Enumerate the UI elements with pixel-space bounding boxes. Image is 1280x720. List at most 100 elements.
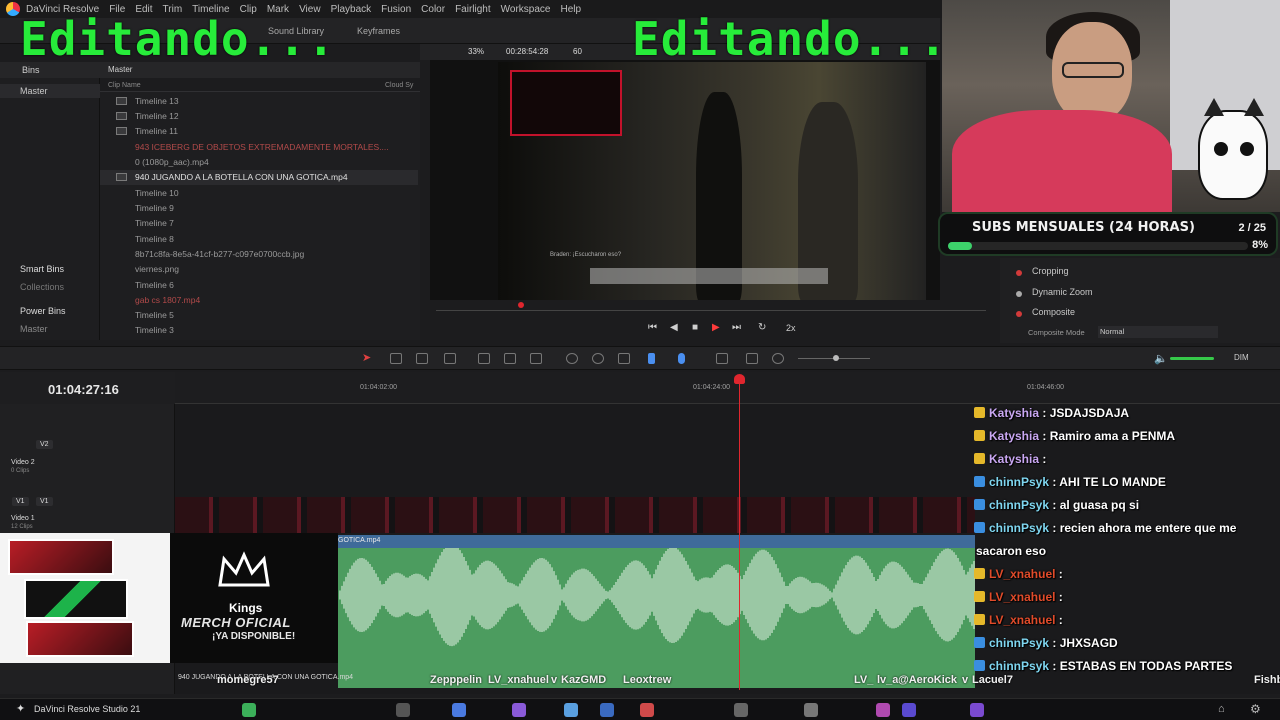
lock-icon[interactable] <box>618 353 630 364</box>
snapping-icon[interactable] <box>566 353 578 364</box>
home-icon[interactable]: ⌂ <box>1218 703 1225 715</box>
taskbar-app-icon[interactable] <box>804 703 818 717</box>
taskbar-app-icon[interactable] <box>640 703 654 717</box>
ruler-label: 01:04:02:00 <box>360 384 397 391</box>
column-cloud-sync[interactable]: Cloud Sy <box>385 82 413 89</box>
marquee-name: KazGMD <box>561 674 607 686</box>
chat-message: chinnPsyk : JHXSAGD <box>972 636 1272 650</box>
timeline-timecode[interactable]: 01:04:27:16 <box>48 382 119 397</box>
video-clip-thumbnails[interactable] <box>175 497 975 533</box>
viewer-playhead[interactable] <box>518 302 524 308</box>
smart-bins-header[interactable]: Smart Bins <box>0 264 100 274</box>
trim-tool-icon[interactable] <box>390 353 402 364</box>
taskbar-app-icon[interactable] <box>452 703 466 717</box>
taskbar-app-icon[interactable] <box>600 703 614 717</box>
volume-slider[interactable] <box>1170 357 1214 360</box>
chat-username: Katyshia <box>989 406 1040 420</box>
power-bin-master[interactable]: Master <box>0 324 100 334</box>
insert-icon[interactable] <box>478 353 490 364</box>
composite-mode-select[interactable]: Normal <box>1098 326 1218 338</box>
clip-item[interactable]: Timeline 13 <box>100 94 418 109</box>
menu-color[interactable]: Color <box>421 4 445 15</box>
viewer[interactable]: Braden: ¡Escucharon eso? <box>430 60 940 300</box>
clip-list-header: Clip Name Cloud Sy <box>100 80 420 92</box>
link-icon[interactable] <box>592 353 604 364</box>
menu-fusion[interactable]: Fusion <box>381 4 411 15</box>
marker-icon[interactable] <box>678 353 685 364</box>
merch-brand: Kings <box>229 601 263 615</box>
audio-clip[interactable] <box>338 535 975 688</box>
zoom-slider-knob[interactable] <box>833 355 839 361</box>
clip-item[interactable]: Timeline 11 <box>100 124 418 139</box>
selection-tool-icon[interactable]: ➤ <box>362 351 374 364</box>
clip-item[interactable]: Timeline 9 <box>100 201 418 216</box>
clip-item[interactable]: Timeline 5 <box>100 308 418 323</box>
zoom-detail-icon[interactable] <box>746 353 758 364</box>
taskbar-app-icon[interactable] <box>734 703 748 717</box>
dim-button[interactable]: DIM <box>1234 353 1249 362</box>
zoom-custom-icon[interactable] <box>772 353 784 364</box>
merch-banner: Kings MERCH OFICIAL ¡YA DISPONIBLE! <box>0 533 338 663</box>
blade-tool-icon[interactable] <box>416 353 428 364</box>
clip-item-selected[interactable]: 940 JUGANDO A LA BOTELLA CON UNA GOTICA.… <box>100 170 418 185</box>
taskbar-app-icon[interactable] <box>242 703 256 717</box>
clip-item[interactable]: gab cs 1807.mp4 <box>100 293 418 308</box>
clip-item[interactable]: 0 (1080p_aac).mp4 <box>100 155 418 170</box>
replace-icon[interactable] <box>530 353 542 364</box>
viewer-scrubber[interactable] <box>430 302 990 316</box>
clip-item[interactable]: Timeline 6 <box>100 278 418 293</box>
taskbar-app-icon[interactable] <box>902 703 916 717</box>
davinci-logo-icon <box>6 2 20 16</box>
clip-item[interactable]: Timeline 12 <box>100 109 418 124</box>
loop-icon[interactable]: ↻ <box>758 322 766 333</box>
flag-icon[interactable] <box>648 353 655 364</box>
clip-item[interactable]: Timeline 7 <box>100 216 418 231</box>
taskbar-app-icon[interactable] <box>512 703 526 717</box>
playback-speed[interactable]: 2x <box>786 323 796 333</box>
viewer-zoom[interactable]: 33% <box>468 47 484 56</box>
taskbar-app-title[interactable]: DaVinci Resolve Studio 21 <box>34 704 140 714</box>
taskbar-app-icon[interactable] <box>396 703 410 717</box>
dynamic-trim-icon[interactable] <box>444 353 456 364</box>
taskbar-app-icon[interactable] <box>564 703 578 717</box>
clip-item[interactable]: Timeline 3 <box>100 323 418 338</box>
keyframes-button[interactable]: Keyframes <box>357 26 400 36</box>
taskbar-app-icon[interactable] <box>970 703 984 717</box>
timeline-playhead[interactable] <box>739 377 740 690</box>
power-bins-header[interactable]: Power Bins <box>0 306 100 316</box>
speaker-icon[interactable]: 🔈 <box>1154 352 1168 365</box>
track-v1-source-badge[interactable]: V1 <box>12 497 29 506</box>
clip-item[interactable]: viernes.png <box>100 262 418 277</box>
taskbar-app-icon[interactable] <box>876 703 890 717</box>
playhead-handle[interactable] <box>734 374 745 384</box>
menu-workspace[interactable]: Workspace <box>501 4 551 15</box>
clip-item[interactable]: 943 ICEBERG DE OBJETOS EXTREMADAMENTE MO… <box>100 140 418 155</box>
chat-badge-icon <box>974 476 985 487</box>
collections-item[interactable]: Collections <box>0 282 100 292</box>
enable-dot-icon[interactable] <box>1016 311 1022 317</box>
menu-fairlight[interactable]: Fairlight <box>455 4 491 15</box>
column-clip-name[interactable]: Clip Name <box>108 82 141 89</box>
skip-start-icon[interactable]: ⏮ <box>648 322 657 333</box>
play-reverse-icon[interactable]: ◀ <box>670 322 678 333</box>
resolve-taskbar-icon[interactable]: ✦ <box>16 702 25 715</box>
timeline-ruler[interactable]: 01:04:02:00 01:04:24:00 01:04:46:00 <box>175 372 1280 404</box>
menu-playback[interactable]: Playback <box>331 4 372 15</box>
settings-gear-icon[interactable]: ⚙ <box>1250 702 1261 716</box>
overwrite-icon[interactable] <box>504 353 516 364</box>
bin-master[interactable]: Master <box>0 84 100 98</box>
enable-dot-icon[interactable] <box>1016 270 1022 276</box>
track-v1-badge[interactable]: V1 <box>36 497 53 506</box>
zoom-full-icon[interactable] <box>716 353 728 364</box>
track-v2-badge[interactable]: V2 <box>36 440 53 449</box>
skip-end-icon[interactable]: ⏭ <box>732 322 741 333</box>
play-icon[interactable]: ▶ <box>712 322 720 333</box>
enable-dot-icon[interactable] <box>1016 291 1022 297</box>
scrubber-track <box>436 310 986 311</box>
stop-icon[interactable]: ■ <box>692 322 698 333</box>
clip-item[interactable]: Timeline 10 <box>100 186 418 201</box>
chat-badge-icon <box>974 499 985 510</box>
clip-item[interactable]: 8b71c8fa-8e5a-41cf-b277-c097e0700ccb.jpg <box>100 247 418 262</box>
menu-help[interactable]: Help <box>560 4 581 15</box>
clip-item[interactable]: Timeline 8 <box>100 232 418 247</box>
